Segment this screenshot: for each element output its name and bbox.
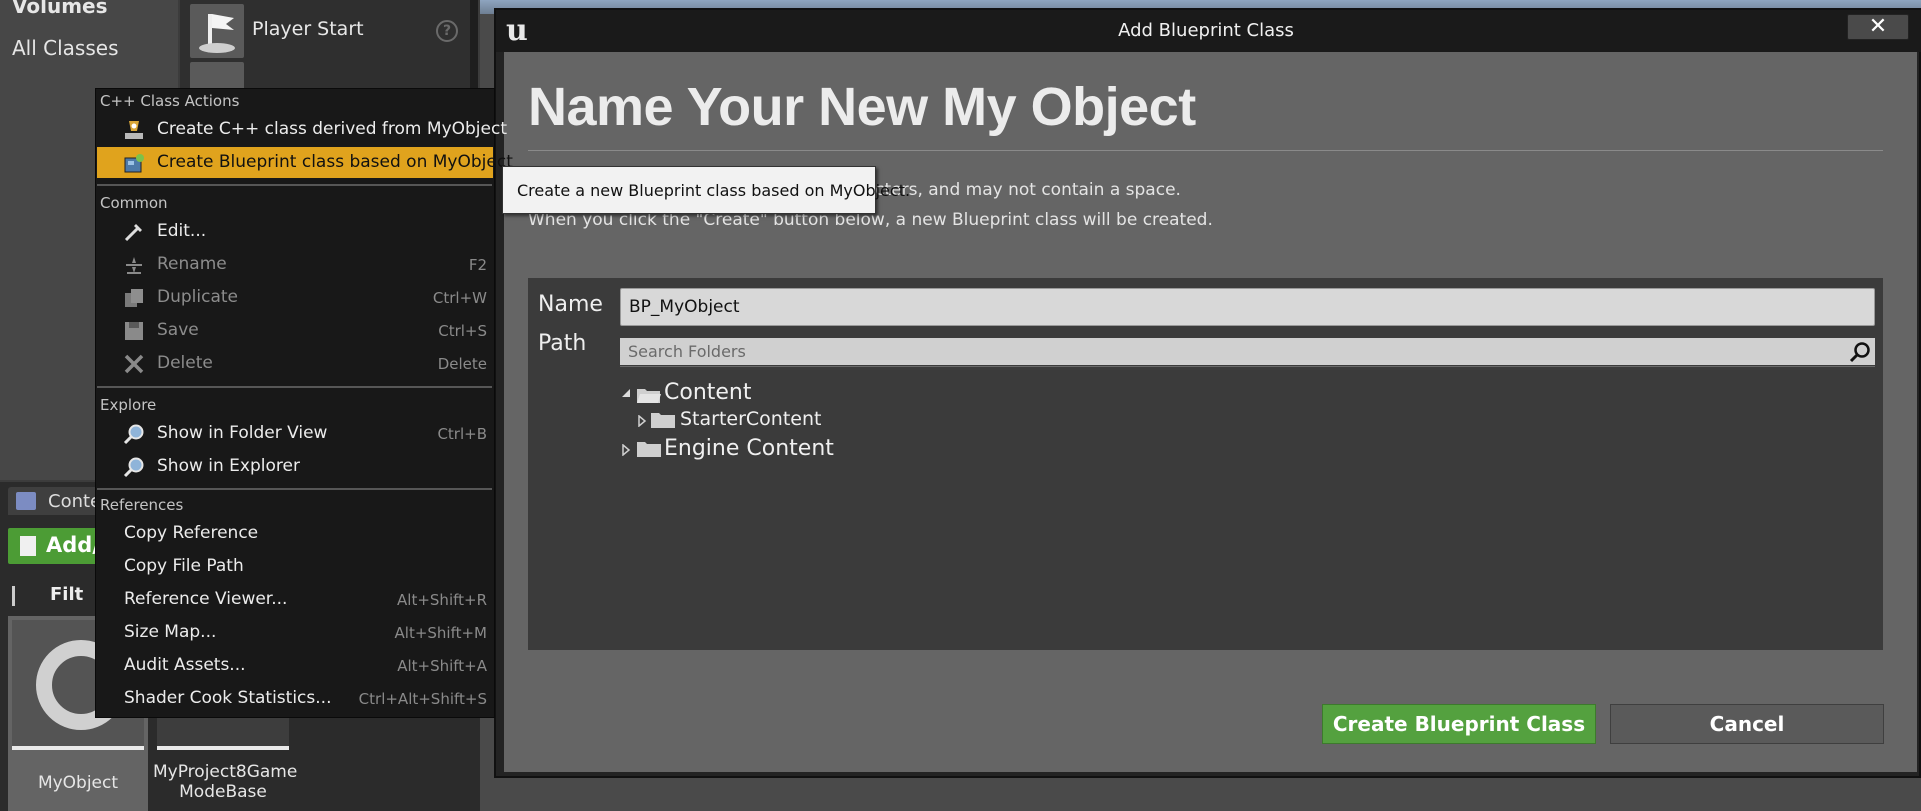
menu-item-label: Audit Assets...	[124, 655, 246, 675]
shortcut-label: Alt+Shift+A	[397, 657, 487, 675]
menu-item-audit-assets[interactable]: Audit Assets... Alt+Shift+A	[97, 650, 493, 681]
new-document-icon	[20, 536, 36, 556]
content-browser-icon	[16, 492, 36, 510]
rename-icon	[123, 254, 145, 276]
menu-item-label: Save	[157, 320, 199, 340]
menu-item-show-in-folder-view[interactable]: Show in Folder View Ctrl+B	[97, 418, 493, 449]
menu-item-show-in-explorer[interactable]: Show in Explorer	[97, 451, 493, 482]
path-label: Path	[538, 331, 587, 356]
category-volumes[interactable]: Volumes	[12, 0, 108, 18]
tree-item-content[interactable]: Content	[664, 380, 752, 405]
menu-item-copy-reference[interactable]: Copy Reference	[97, 518, 493, 549]
page-title: Name Your New My Object	[528, 77, 1196, 137]
menu-item-label: Copy File Path	[124, 556, 244, 576]
create-blueprint-class-button[interactable]: Create Blueprint Class	[1322, 704, 1596, 744]
section-header-references: References	[100, 496, 184, 514]
folder-icon	[636, 440, 662, 458]
close-button[interactable]: ✕	[1847, 14, 1909, 40]
menu-item-label: Show in Explorer	[157, 456, 300, 476]
tooltip: Create a new Blueprint class based on My…	[502, 166, 910, 214]
save-icon	[123, 320, 145, 342]
dialog-title: Add Blueprint Class	[1118, 20, 1294, 41]
menu-item-label: Shader Cook Statistics...	[124, 688, 332, 708]
blueprint-class-icon	[123, 152, 145, 174]
menu-item-edit[interactable]: Edit...	[97, 216, 493, 247]
menu-item-save[interactable]: Save Ctrl+S	[97, 315, 493, 346]
asset-label: MyObject	[37, 773, 119, 793]
folder-search-icon	[123, 423, 145, 445]
menu-item-create-cpp-class[interactable]: Create C++ class derived from MyObject	[97, 114, 507, 145]
search-input[interactable]	[620, 338, 1875, 365]
menu-item-label: Rename	[157, 254, 227, 274]
asset-label-line2: ModeBase	[179, 782, 267, 802]
shortcut-label: Alt+Shift+M	[394, 624, 487, 642]
shortcut-label: Ctrl+W	[432, 289, 487, 307]
placeable-label-player-start[interactable]: Player Start	[252, 18, 364, 40]
add-new-label: Add/	[46, 533, 100, 557]
menu-item-duplicate[interactable]: Duplicate Ctrl+W	[97, 282, 493, 313]
menu-item-label: Create Blueprint class based on MyObject	[157, 152, 513, 172]
asset-label-line1: MyProject8Game	[153, 762, 298, 782]
menu-item-shader-cook-statistics[interactable]: Shader Cook Statistics... Ctrl+Alt+Shift…	[97, 683, 493, 714]
class-form-panel	[528, 278, 1883, 650]
menu-item-label: Show in Folder View	[157, 423, 328, 443]
search-underline	[620, 366, 1875, 367]
cancel-button[interactable]: Cancel	[1610, 704, 1884, 744]
shortcut-label: Ctrl+Alt+Shift+S	[358, 690, 487, 708]
search-icon[interactable]	[1849, 341, 1871, 363]
menu-item-copy-file-path[interactable]: Copy File Path	[97, 551, 493, 582]
menu-separator	[97, 488, 492, 490]
menu-item-label: Duplicate	[157, 287, 238, 307]
shortcut-label: Ctrl+B	[437, 425, 487, 443]
menu-item-label: Delete	[157, 353, 213, 373]
menu-item-create-blueprint-class[interactable]: Create Blueprint class based on MyObject	[97, 147, 513, 178]
tree-item-starter-content[interactable]: StarterContent	[680, 408, 821, 430]
menu-item-reference-viewer[interactable]: Reference Viewer... Alt+Shift+R	[97, 584, 493, 615]
menu-separator	[97, 386, 492, 388]
shortcut-label: F2	[468, 256, 487, 274]
menu-item-label: Create C++ class derived from MyObject	[157, 119, 507, 139]
add-new-button[interactable]: Add/	[8, 528, 100, 564]
collapsed-arrow-icon[interactable]	[636, 412, 648, 428]
open-folder-icon	[636, 386, 662, 404]
section-header-common: Common	[100, 194, 168, 212]
shortcut-label: Delete	[437, 355, 487, 373]
tab-content-browser[interactable]: Conte	[8, 487, 104, 515]
expanded-arrow-icon[interactable]	[620, 384, 632, 397]
tree-item-engine-content[interactable]: Engine Content	[664, 436, 834, 461]
shortcut-label: Alt+Shift+R	[397, 591, 487, 609]
menu-item-size-map[interactable]: Size Map... Alt+Shift+M	[97, 617, 493, 648]
menu-item-label: Size Map...	[124, 622, 217, 642]
menu-item-label: Edit...	[157, 221, 207, 241]
menu-separator	[97, 184, 492, 186]
edit-icon	[123, 221, 145, 243]
section-header-explore: Explore	[100, 396, 157, 414]
name-label: Name	[538, 292, 603, 317]
tooltip-text: Create a new Blueprint class based on My…	[517, 181, 911, 200]
menu-item-rename[interactable]: Rename F2	[97, 249, 493, 280]
section-header-cpp: C++ Class Actions	[100, 92, 240, 110]
divider	[528, 150, 1883, 151]
delete-icon	[123, 353, 145, 375]
menu-item-label: Reference Viewer...	[124, 589, 288, 609]
source-list-icon[interactable]	[12, 586, 36, 606]
help-icon[interactable]: ?	[436, 20, 458, 42]
tab-label: Conte	[48, 491, 102, 512]
collapsed-arrow-icon[interactable]	[620, 441, 632, 457]
shortcut-label: Ctrl+S	[438, 322, 487, 340]
explorer-search-icon	[123, 456, 145, 478]
player-start-icon[interactable]	[190, 4, 244, 58]
filters-button[interactable]: Filt	[50, 584, 83, 605]
duplicate-icon	[123, 287, 145, 309]
cpp-class-icon	[123, 119, 145, 141]
category-all-classes[interactable]: All Classes	[12, 36, 119, 60]
menu-item-delete[interactable]: Delete Delete	[97, 348, 493, 379]
name-field[interactable]	[620, 288, 1875, 326]
menu-item-label: Copy Reference	[124, 523, 259, 543]
folder-icon	[650, 411, 676, 429]
